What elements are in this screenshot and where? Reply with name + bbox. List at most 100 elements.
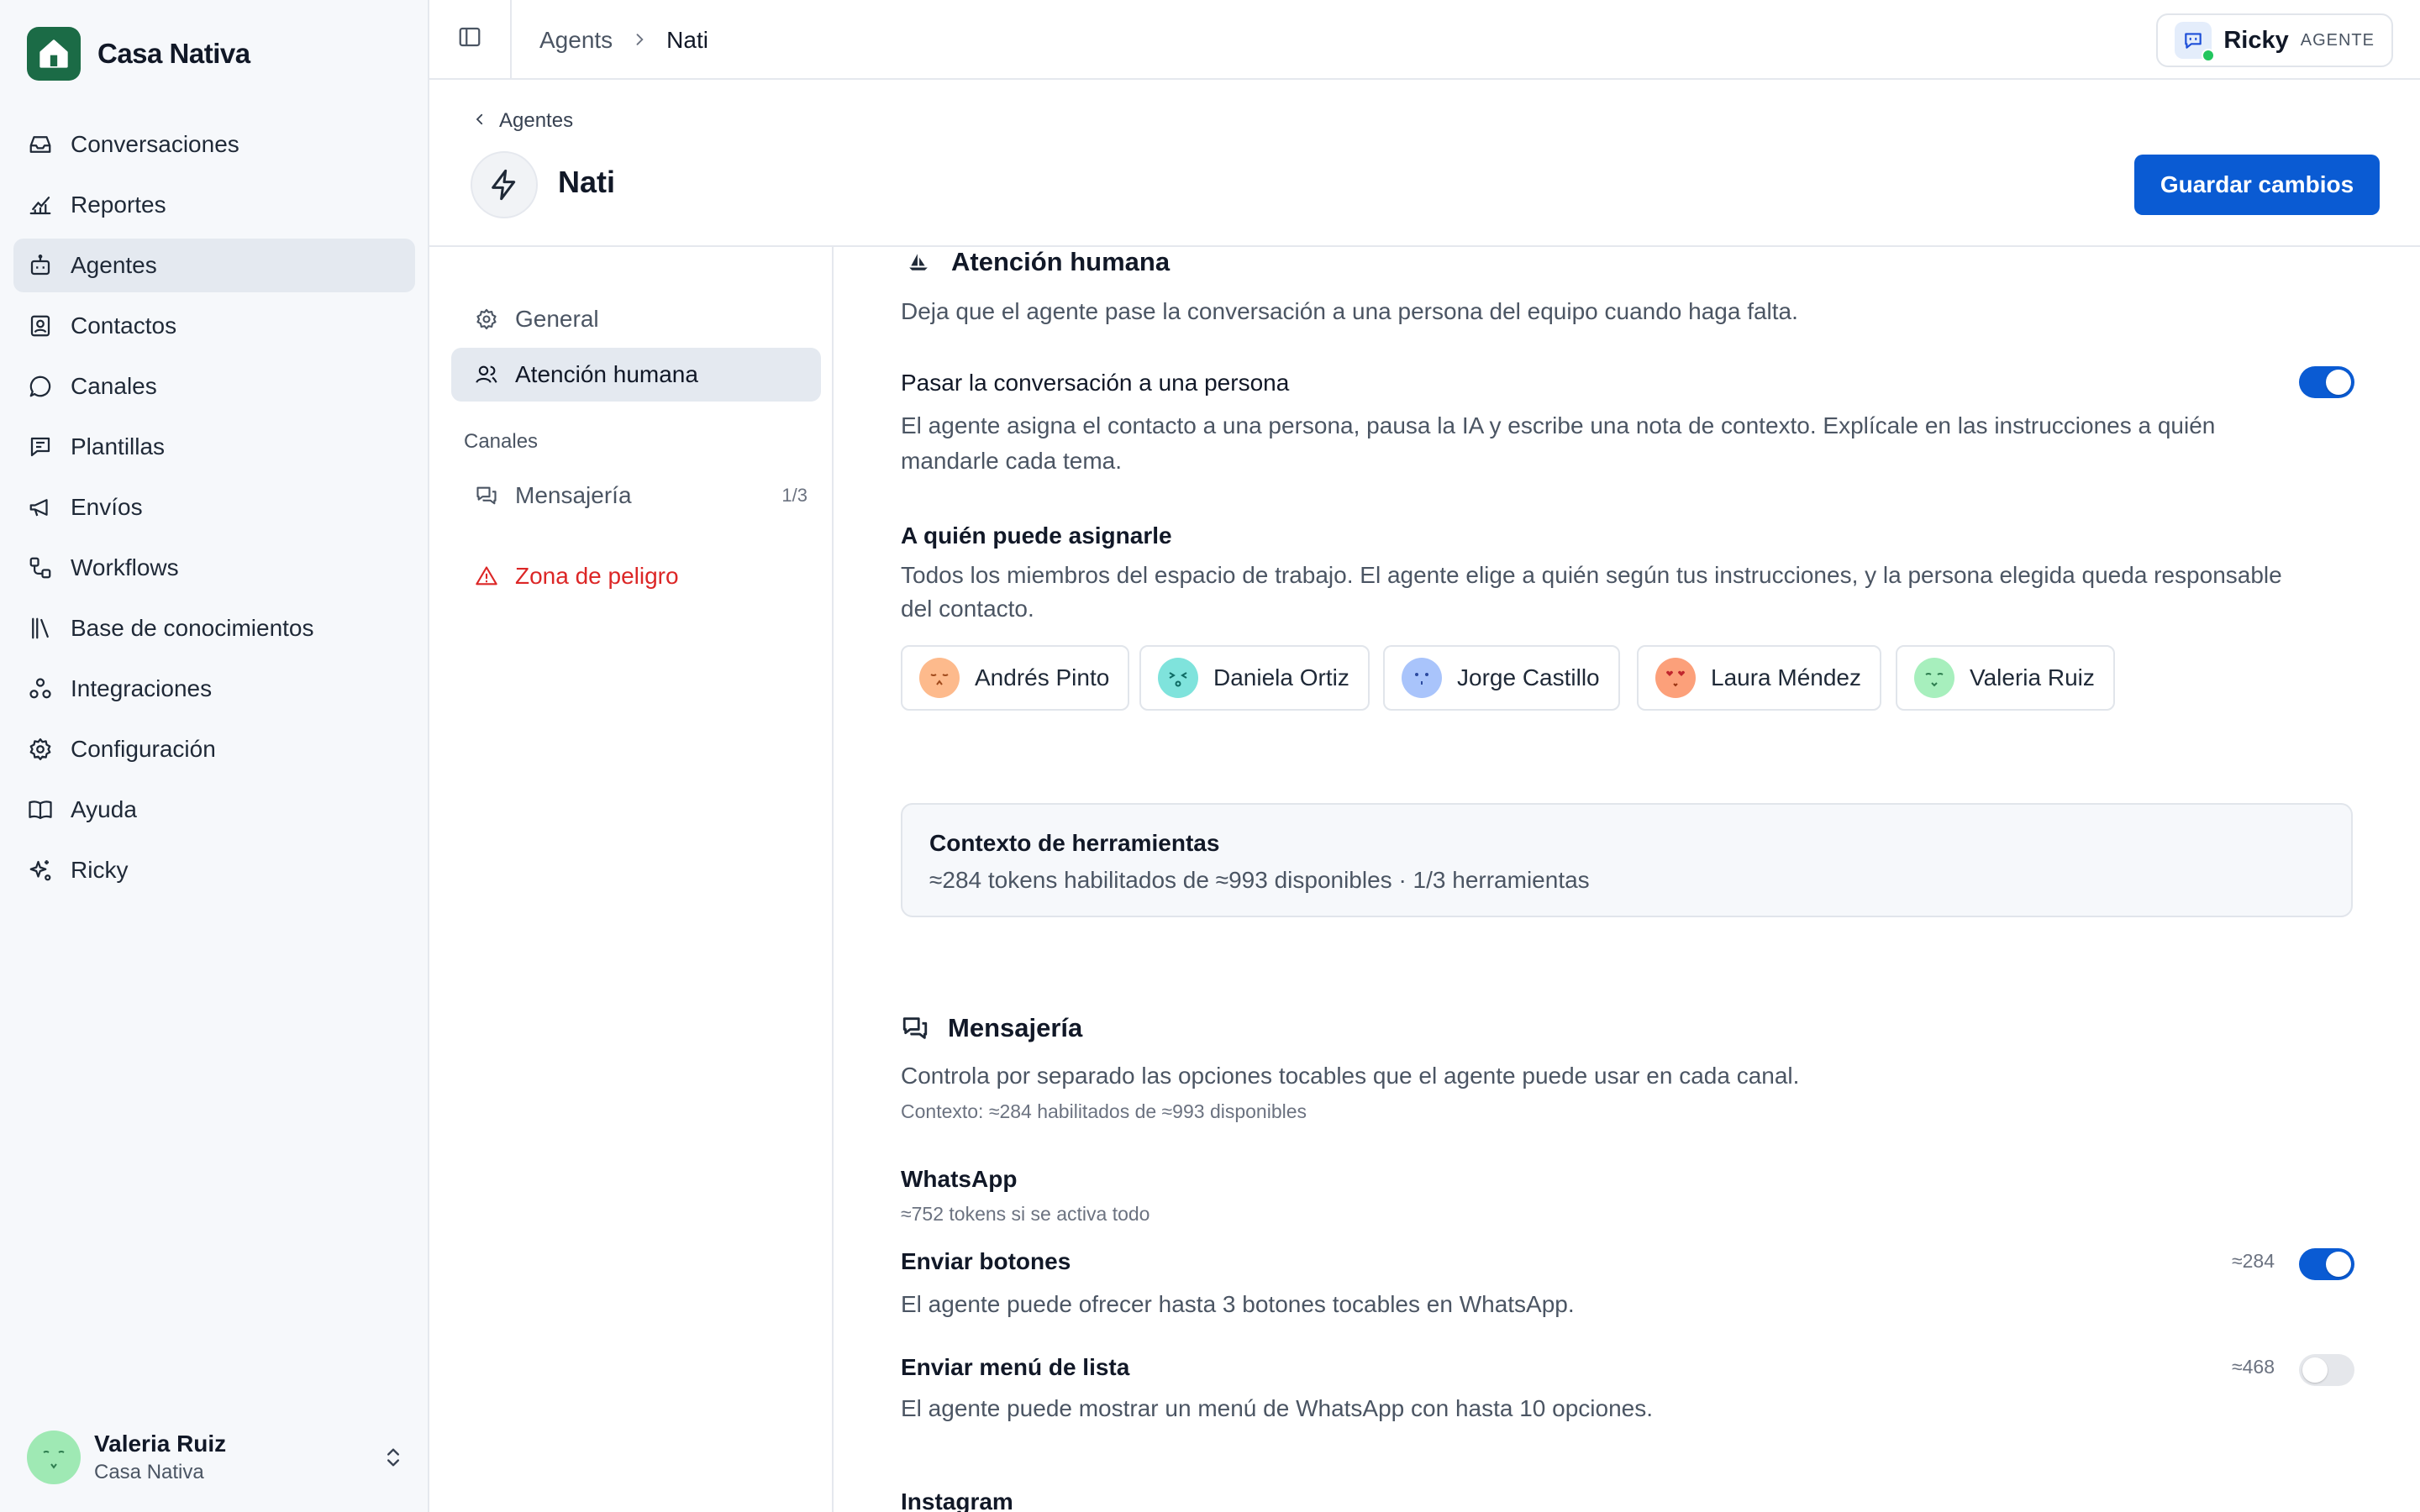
- assign-title: A quién puede asignarle: [901, 522, 1172, 549]
- member-chip[interactable]: Andrés Pinto: [901, 645, 1130, 711]
- sidebar-item-plantillas[interactable]: Plantillas: [13, 420, 415, 474]
- whatsapp-title: WhatsApp: [901, 1166, 1018, 1192]
- breadcrumb-agents-link[interactable]: Agents: [539, 27, 613, 54]
- library-icon: [27, 615, 54, 642]
- sidebar-item-label: Canales: [71, 373, 157, 399]
- page-title: Nati: [558, 165, 616, 199]
- lightning-icon: [471, 151, 538, 218]
- sidebar-item-canales[interactable]: Canales: [13, 360, 415, 413]
- chevrons-up-down-icon[interactable]: [381, 1443, 405, 1476]
- sidebar-item-ricky[interactable]: Ricky: [13, 843, 415, 897]
- save-changes-button[interactable]: Guardar cambios: [2134, 155, 2380, 215]
- tool-context-card: Contexto de herramientas ≈284 tokens hab…: [901, 803, 2353, 917]
- sidebar-toggle-button[interactable]: [429, 0, 512, 78]
- member-chip[interactable]: Daniela Ortiz: [1139, 645, 1370, 711]
- assistant-role-badge: AGENTE: [2300, 30, 2375, 50]
- send-list-toggle[interactable]: [2299, 1354, 2354, 1386]
- tool-context-detail: ≈284 tokens habilitados de ≈993 disponib…: [929, 867, 1590, 893]
- handoff-label: Pasar la conversación a una persona: [901, 370, 1290, 396]
- sidebar-item-ayuda[interactable]: Ayuda: [13, 783, 415, 837]
- subnav-item-zona-de-peligro[interactable]: Zona de peligro: [451, 549, 821, 603]
- chevron-left-icon: [472, 109, 487, 133]
- message-circle-icon: [27, 373, 54, 400]
- online-status-dot: [2202, 49, 2216, 62]
- sidebar-item-label: Plantillas: [71, 433, 166, 459]
- sidebar-item-label: Base de conocimientos: [71, 615, 314, 641]
- bot-message-icon: [2175, 22, 2216, 62]
- send-buttons-toggle[interactable]: [2299, 1248, 2354, 1280]
- integrations-icon: [27, 675, 54, 702]
- assistant-chip[interactable]: Ricky AGENTE: [2156, 13, 2393, 67]
- user-workspace: Casa Nativa: [94, 1461, 204, 1483]
- main-sidebar: Casa Nativa Conversaciones Reportes Agen…: [0, 0, 429, 1512]
- sidebar-item-label: Ricky: [71, 857, 129, 883]
- member-name: Jorge Castillo: [1457, 664, 1600, 690]
- sidebar-item-label: Workflows: [71, 554, 179, 580]
- member-name: Daniela Ortiz: [1213, 664, 1349, 690]
- sidebar-item-reportes[interactable]: Reportes: [13, 178, 415, 232]
- gear-icon: [27, 736, 54, 763]
- section-description: Deja que el agente pase la conversación …: [901, 298, 1798, 324]
- settings-subnav: General Atención humana Canales Mensajer…: [429, 247, 834, 1512]
- member-name: Laura Méndez: [1711, 664, 1862, 690]
- send-list-description: El agente puede mostrar un menú de Whats…: [901, 1395, 1654, 1421]
- bot-icon: [27, 252, 54, 279]
- sidebar-item-integraciones[interactable]: Integraciones: [13, 662, 415, 716]
- avatar: [1655, 658, 1696, 698]
- messages-icon: [473, 482, 500, 509]
- sidebar-item-label: Configuración: [71, 736, 216, 762]
- sparkles-icon: [27, 857, 54, 884]
- instagram-title: Instagram: [901, 1488, 1013, 1512]
- send-buttons-tokens: ≈284: [2232, 1250, 2275, 1272]
- back-link[interactable]: Agentes: [472, 109, 573, 133]
- sailboat-icon: [904, 248, 933, 276]
- sidebar-item-configuracion[interactable]: Configuración: [13, 722, 415, 776]
- subnav-item-mensajeria[interactable]: Mensajería 1/3: [451, 469, 821, 522]
- panel-left-icon: [457, 24, 482, 54]
- back-link-label: Agentes: [499, 109, 574, 132]
- sidebar-item-label: Envíos: [71, 494, 143, 520]
- member-name: Valeria Ruiz: [1970, 664, 2095, 690]
- handoff-description-line1: El agente asigna el contacto a una perso…: [901, 412, 2216, 438]
- whatsapp-token-estimate: ≈752 tokens si se activa todo: [901, 1203, 1150, 1225]
- send-list-tokens: ≈468: [2232, 1356, 2275, 1378]
- brand-name: Casa Nativa: [97, 38, 250, 69]
- subnav-group-label: Canales: [464, 430, 539, 453]
- messaging-context: Contexto: ≈284 habilitados de ≈993 dispo…: [901, 1100, 1307, 1122]
- subnav-item-general[interactable]: General: [451, 292, 821, 346]
- sidebar-item-workflows[interactable]: Workflows: [13, 541, 415, 595]
- megaphone-icon: [27, 494, 54, 521]
- messages-icon: [901, 1014, 929, 1042]
- avatar: [1402, 658, 1442, 698]
- brand[interactable]: Casa Nativa: [27, 27, 250, 81]
- avatar: [27, 1431, 81, 1484]
- contact-icon: [27, 312, 54, 339]
- breadcrumb: Agents Nati: [539, 0, 708, 80]
- member-chip[interactable]: Valeria Ruiz: [1896, 645, 2115, 711]
- sidebar-item-conversaciones[interactable]: Conversaciones: [13, 118, 415, 171]
- assign-description-line1: Todos los miembros del espacio de trabaj…: [901, 562, 2282, 588]
- house-logo-icon: [27, 27, 81, 81]
- subnav-item-label: Atención humana: [515, 361, 698, 387]
- subnav-item-label: Mensajería: [515, 482, 632, 508]
- subnav-item-atencion-humana[interactable]: Atención humana: [451, 348, 821, 402]
- book-icon: [27, 796, 54, 823]
- section-title-mensajeria: Mensajería: [901, 1013, 1082, 1043]
- template-icon: [27, 433, 54, 460]
- member-chip[interactable]: Jorge Castillo: [1383, 645, 1620, 711]
- user-name: Valeria Ruiz: [94, 1431, 227, 1457]
- sidebar-item-agentes[interactable]: Agentes: [13, 239, 415, 292]
- sidebar-item-base-de-conocimientos[interactable]: Base de conocimientos: [13, 601, 415, 655]
- sidebar-item-contactos[interactable]: Contactos: [13, 299, 415, 353]
- gear-icon: [473, 306, 500, 333]
- user-menu[interactable]: Valeria Ruiz Casa Nativa: [27, 1428, 405, 1487]
- sidebar-item-label: Conversaciones: [71, 131, 239, 157]
- breadcrumb-current: Nati: [666, 26, 708, 53]
- handoff-toggle[interactable]: [2299, 366, 2354, 398]
- workflow-icon: [27, 554, 54, 581]
- app-window: Casa Nativa Conversaciones Reportes Agen…: [0, 0, 2420, 1512]
- section-description: Controla por separado las opciones tocab…: [901, 1063, 1800, 1089]
- sidebar-item-envios[interactable]: Envíos: [13, 480, 415, 534]
- sidebar-item-label: Agentes: [71, 252, 157, 278]
- member-chip[interactable]: Laura Méndez: [1637, 645, 1882, 711]
